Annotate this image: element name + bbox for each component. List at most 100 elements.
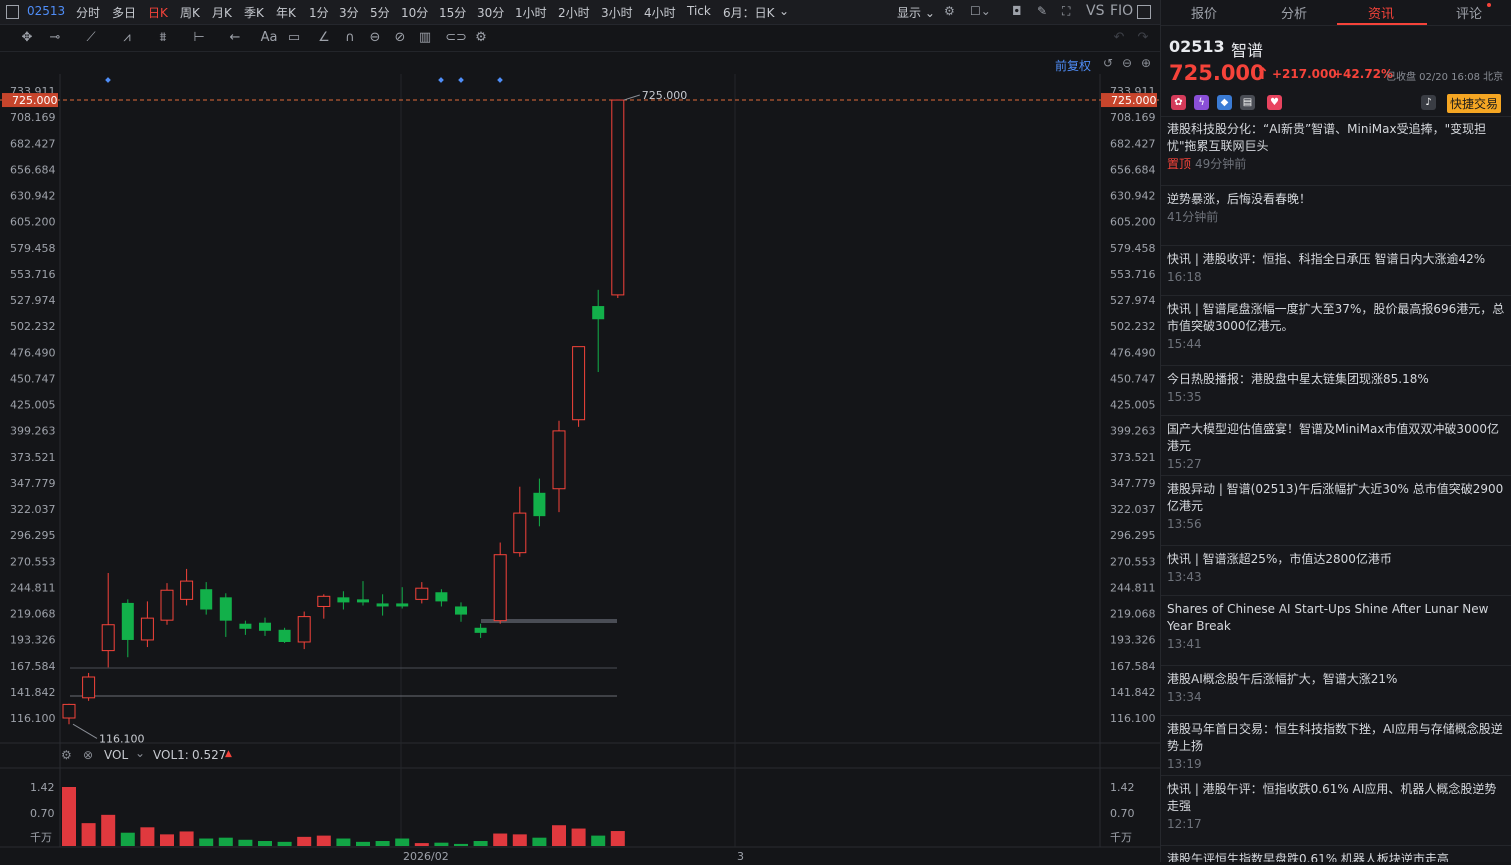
chart-canvas[interactable]: 725.000116.100 733.911708.169682.427656.… [0, 52, 1160, 863]
alert-bell-icon[interactable]: ♪ [1421, 95, 1436, 110]
ruler-icon[interactable]: ∠ [313, 29, 335, 47]
vs-button[interactable]: VS [1086, 3, 1104, 19]
trend-tool-icon[interactable]: ⟋ [80, 29, 102, 47]
stock-code-tab[interactable]: 02513 [27, 4, 65, 18]
news-item[interactable]: 港股异动 | 智谱(02513)午后涨幅扩大近30% 总市值突破2900亿港元 1… [1167, 481, 1507, 533]
camera-icon[interactable]: ◘ [1012, 4, 1022, 18]
zoom-out-icon[interactable]: ⊖ [1122, 56, 1132, 70]
price-tag-right: 725.000 [1111, 94, 1157, 107]
settings-icon[interactable]: ⚙ [944, 4, 955, 18]
news-item[interactable]: 今日热股播报：港股盘中星太链集团现涨85.18% 15:35 [1167, 371, 1507, 406]
vol-tick-right: 1.42 [1110, 781, 1135, 794]
fib-tool-icon[interactable]: ⩩ [152, 29, 174, 47]
undo-icon[interactable]: ↶ [1108, 29, 1130, 47]
hide-icon[interactable]: ⊘ [389, 29, 411, 47]
note-icon[interactable]: ▤ [1240, 95, 1255, 110]
news-time: 16:18 [1167, 269, 1507, 286]
tag-icon[interactable]: ◆ [1217, 95, 1232, 110]
period-tab[interactable]: 4小时 [644, 4, 676, 21]
news-item[interactable]: 快讯 | 智谱涨超25%，市值达2800亿港币 13:43 [1167, 551, 1507, 586]
period-tab[interactable]: 3小时 [601, 4, 633, 21]
news-item[interactable]: 港股马年首日交易：恒生科技指数下挫，AI应用与存储概念股逆势上扬 13:19 [1167, 721, 1507, 773]
vol-indicator-label[interactable]: VOL [104, 748, 128, 762]
arrow-tool-icon[interactable]: ← [224, 29, 246, 47]
tab-news[interactable]: 资讯 [1368, 3, 1394, 22]
period-tab[interactable]: 周K [180, 4, 200, 21]
flash-icon[interactable]: ϟ [1194, 95, 1209, 110]
text-tool-icon[interactable]: Aa [258, 29, 280, 47]
period-tab[interactable]: 年K [276, 4, 296, 21]
price-tick-right: 167.584 [1110, 660, 1156, 673]
news-item[interactable]: 港股AI概念股午后涨幅扩大，智谱大涨21% 13:34 [1167, 671, 1507, 706]
news-item[interactable]: 逆势暴涨，后悔没看春晚！ 41分钟前 [1167, 191, 1507, 226]
price-tick-left: 322.037 [10, 503, 56, 516]
quick-trade-button[interactable]: 快捷交易 [1447, 94, 1502, 113]
wave-tool-icon[interactable]: ⩘ [116, 29, 138, 47]
price-tick-left: 553.716 [10, 268, 56, 281]
period-tab[interactable]: 季K [244, 4, 264, 21]
period-tab[interactable]: 5分 [370, 4, 390, 21]
tab-analysis[interactable]: 分析 [1281, 3, 1307, 22]
checkbox-icon[interactable]: ☐⌄ [970, 4, 991, 18]
news-item[interactable]: 国产大模型迎估值盛宴！智谱及MiniMax市值双双冲破3000亿港元 15:27 [1167, 421, 1507, 473]
toolbar-settings-icon[interactable]: ⚙ [470, 29, 492, 47]
news-item[interactable]: Shares of Chinese AI Start-Ups Shine Aft… [1167, 601, 1507, 653]
period-tab[interactable]: 10分 [401, 4, 428, 21]
news-item[interactable]: 快讯 | 港股午评：恒指收跌0.61% AI应用、机器人概念股逆势走强 12:17 [1167, 781, 1507, 833]
redo-icon[interactable]: ↷ [1132, 29, 1154, 47]
pen-icon[interactable]: ✎ [1037, 4, 1047, 18]
measure-tool-icon[interactable]: ⊢ [188, 29, 210, 47]
period-tab[interactable]: Tick [687, 4, 711, 18]
vol-dropdown-icon[interactable]: ⌄ [135, 746, 145, 760]
news-item[interactable]: 港股科技股分化：“AI新贵”智谱、MiniMax受追捧，"变现担忧"拖累互联网巨… [1167, 121, 1507, 173]
period-tab[interactable]: 分时 [76, 4, 100, 21]
event-marker [497, 77, 503, 83]
tab-quote[interactable]: 报价 [1191, 3, 1217, 22]
period-tab[interactable]: 15分 [439, 4, 466, 21]
reset-icon[interactable]: ↺ [1103, 56, 1113, 70]
price-tick-right: 322.037 [1110, 503, 1156, 516]
volume-bar [571, 828, 586, 846]
period-tab[interactable]: 月K [212, 4, 232, 21]
news-divider [1161, 245, 1511, 246]
display-menu[interactable]: 显示 ⌄ [897, 4, 935, 21]
vol-settings-icon[interactable]: ⚙ [61, 748, 72, 762]
zoom-in-icon[interactable]: ⊕ [1141, 56, 1151, 70]
favorite-heart-icon[interactable]: ♥ [1267, 95, 1282, 110]
vol-close-icon[interactable]: ⊗ [83, 748, 93, 762]
period-tab[interactable]: 多日 [112, 4, 136, 21]
period-tab[interactable]: 3分 [339, 4, 359, 21]
lock-icon[interactable]: ⊖ [364, 29, 386, 47]
display-label: 显示 [897, 6, 922, 20]
magnet-icon[interactable]: ∩ [339, 29, 361, 47]
tab-comments[interactable]: 评论 [1456, 3, 1482, 22]
comment-tool-icon[interactable]: ▭ [283, 29, 305, 47]
panel-toggle-icon[interactable] [1137, 5, 1151, 19]
line-tool-icon[interactable]: ⊸ [44, 29, 66, 47]
fullscreen-icon[interactable]: ⛶ [1062, 4, 1070, 19]
adjust-label[interactable]: 前复权 [1055, 57, 1091, 74]
news-divider [1161, 665, 1511, 666]
period-tab[interactable]: 日K [148, 4, 168, 21]
news-time-value: 12:17 [1167, 817, 1202, 831]
move-icon[interactable]: ✥ [16, 29, 38, 47]
period-tab[interactable]: 1小时 [515, 4, 547, 21]
kline-chart[interactable]: 725.000 116.100 733.911 708.169 682.427 656.… [0, 52, 1160, 863]
period-dropdown-icon[interactable]: ⌄ [779, 4, 789, 18]
link-icon[interactable]: ⊂⊃ [445, 29, 467, 47]
news-item[interactable]: 快讯 | 港股收评：恒指、科指全日承压 智谱日内大涨逾42% 16:18 [1167, 251, 1507, 286]
layout-icon[interactable] [6, 5, 19, 19]
price-tick-right: 244.811 [1110, 581, 1156, 594]
period-tab[interactable]: 30分 [477, 4, 504, 21]
period-tab[interactable]: 1分 [309, 4, 329, 21]
period-tab[interactable]: 2小时 [558, 4, 590, 21]
period-tab[interactable]: 6月：日K [723, 4, 775, 21]
candle-body [415, 587, 429, 600]
hk-connect-icon[interactable]: ✿ [1171, 95, 1186, 110]
volume-bar [610, 831, 625, 846]
news-item[interactable]: 快讯 | 智谱尾盘涨幅一度扩大至37%，股价最高报696港元，总市值突破3000… [1167, 301, 1507, 353]
trash-icon[interactable]: ▥ [414, 29, 436, 47]
news-item[interactable]: 港股午评恒生指数早盘跌0.61% 机器人板块逆市走高 [1167, 851, 1507, 862]
volume-bar [356, 841, 370, 846]
f10-button[interactable]: FIO [1110, 3, 1133, 19]
